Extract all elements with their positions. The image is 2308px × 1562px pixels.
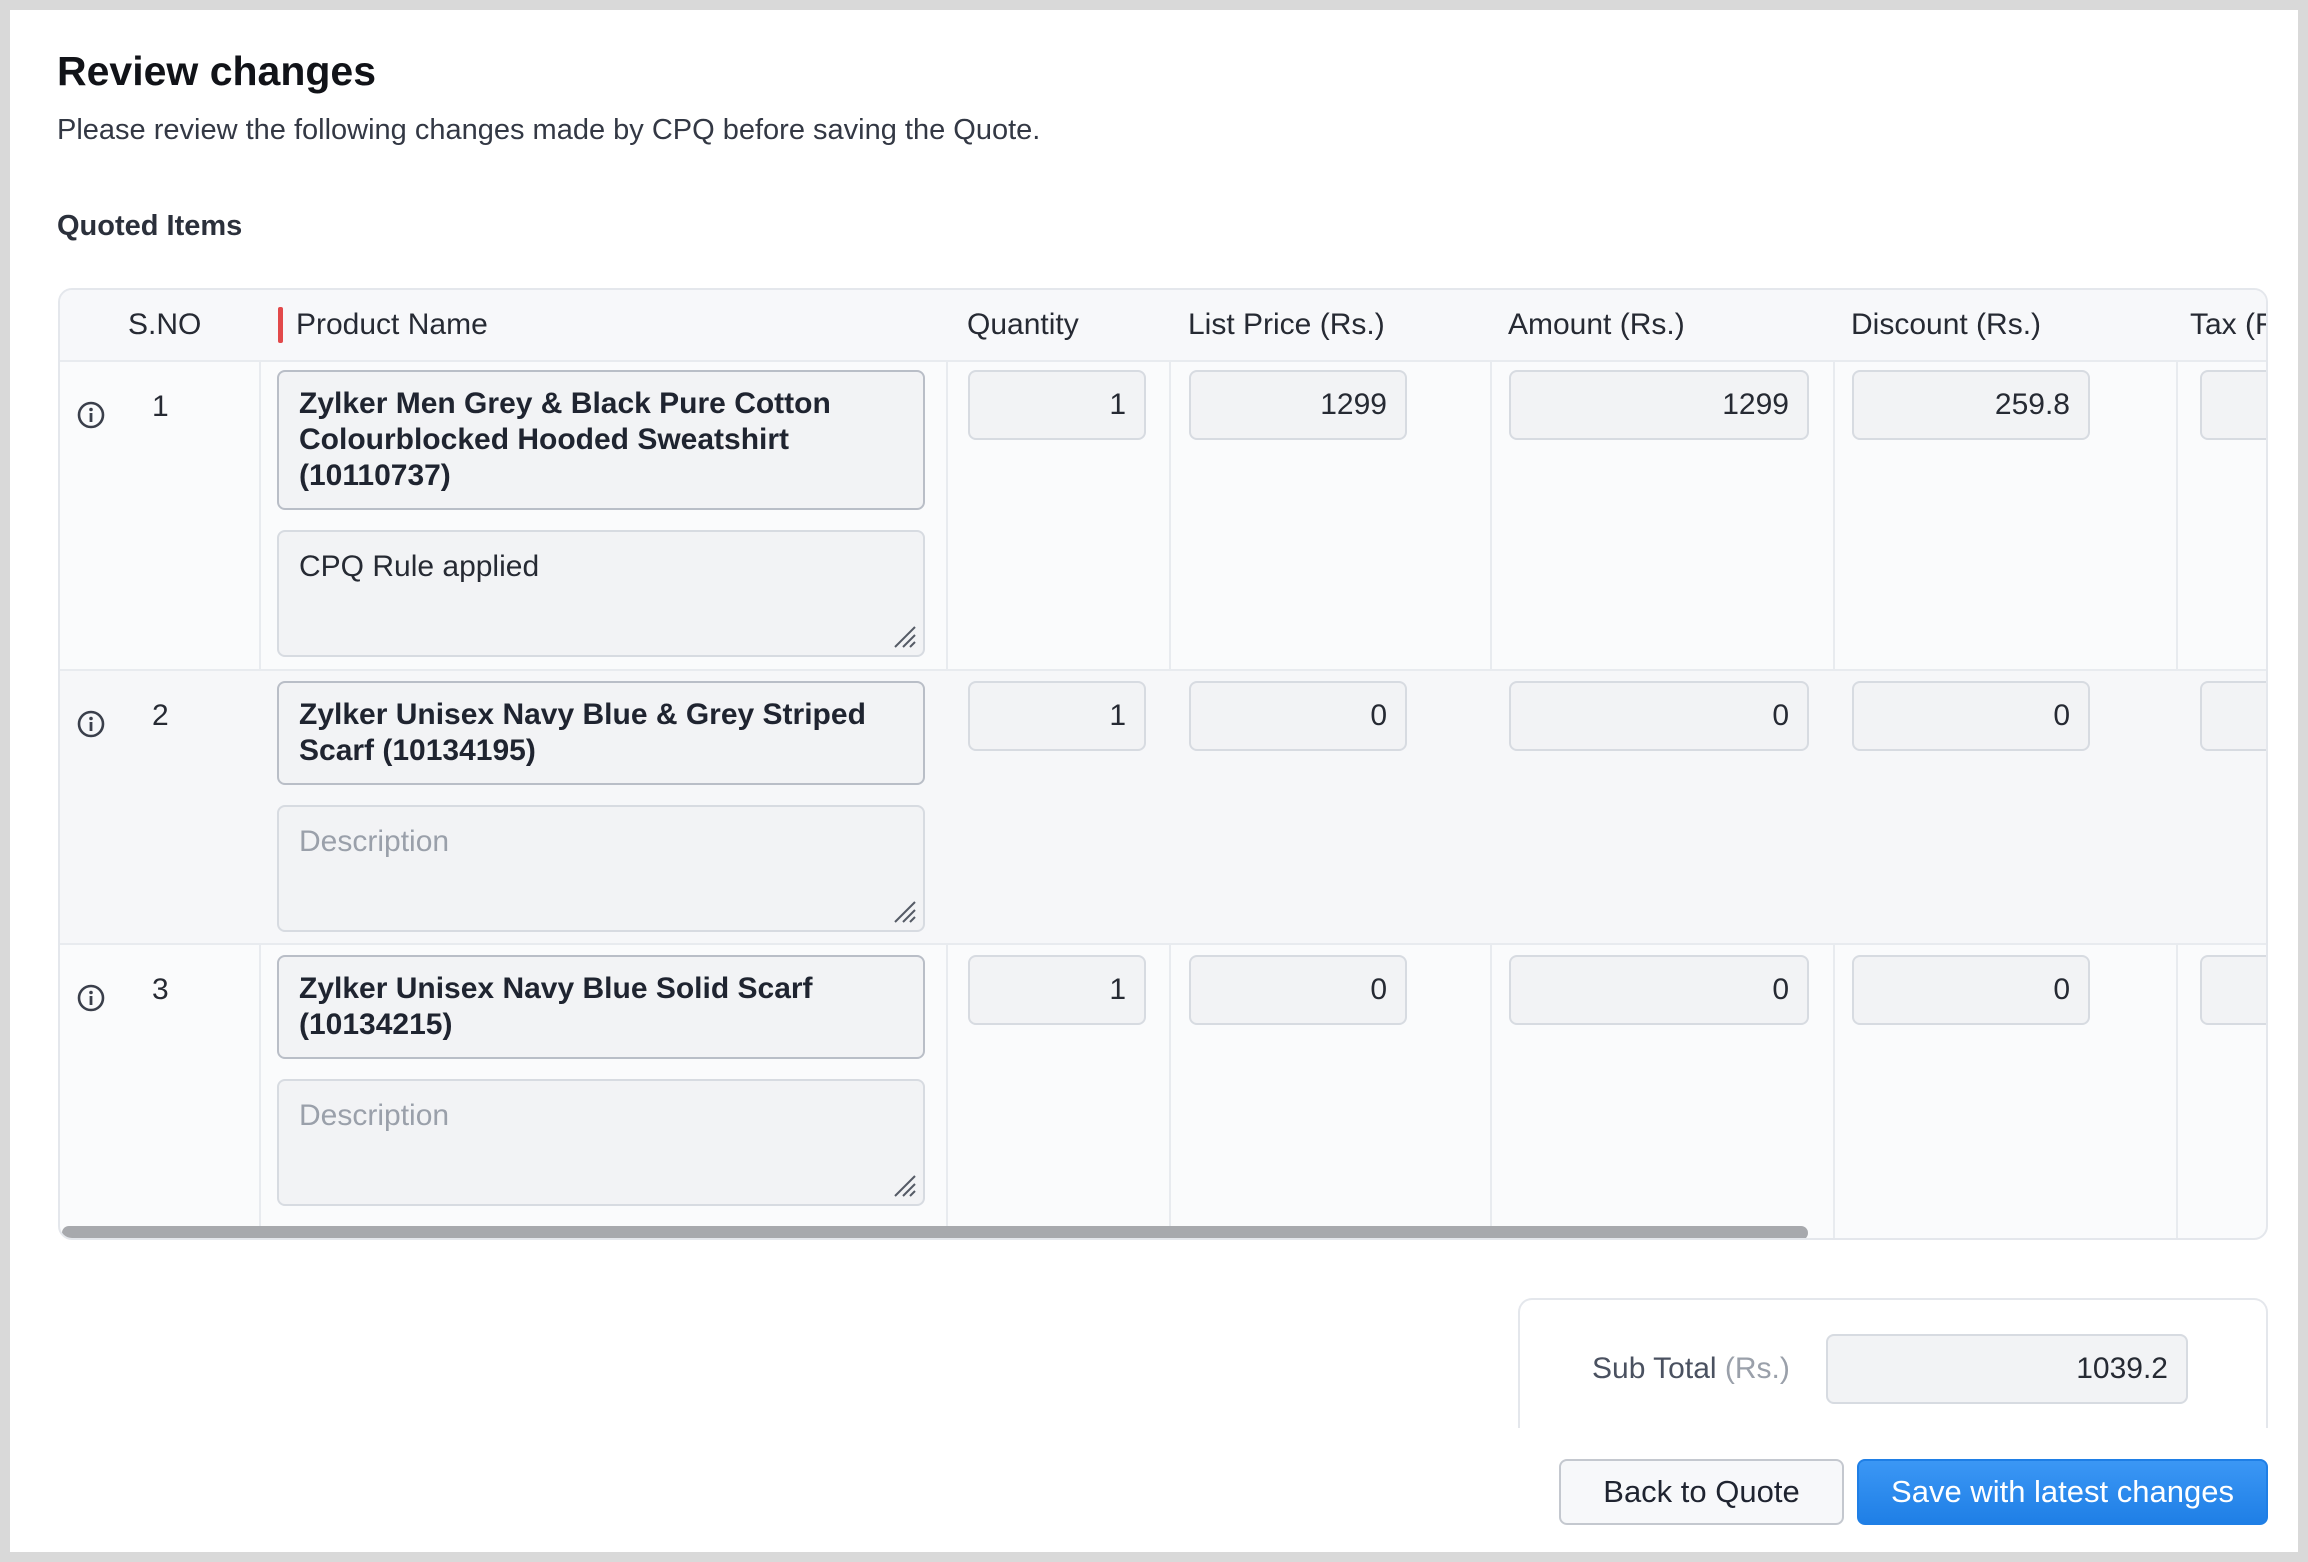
- subtotal-unit: (Rs.): [1724, 1352, 1790, 1385]
- description-placeholder: Description: [299, 825, 450, 858]
- info-circle-icon[interactable]: [76, 709, 106, 739]
- quoted-items-table: S.NO Product Name Quantity List Price (R…: [58, 288, 2268, 1240]
- column-header-product-name: Product Name: [296, 308, 488, 341]
- list-price-field[interactable]: 1299: [1189, 370, 1407, 440]
- list-price-field[interactable]: 0: [1189, 681, 1407, 751]
- row-serial-number: 1: [152, 390, 169, 423]
- resize-grip-icon[interactable]: [891, 1172, 917, 1198]
- tax-field[interactable]: [2200, 370, 2266, 440]
- required-marker: [278, 307, 283, 343]
- back-to-quote-button[interactable]: Back to Quote: [1559, 1459, 1844, 1525]
- table-row: 2 Zylker Unisex Navy Blue & Grey Striped…: [60, 671, 2266, 945]
- table-header: S.NO Product Name Quantity List Price (R…: [60, 290, 2266, 362]
- column-header-quantity: Quantity: [967, 308, 1079, 341]
- amount-field[interactable]: 0: [1509, 955, 1809, 1025]
- row-serial-number: 3: [152, 973, 169, 1006]
- page-title: Review changes: [57, 48, 377, 94]
- amount-field[interactable]: 1299: [1509, 370, 1809, 440]
- resize-grip-icon[interactable]: [891, 898, 917, 924]
- section-title: Quoted Items: [57, 210, 243, 242]
- column-header-tax: Tax (R: [2190, 308, 2266, 341]
- amount-field[interactable]: 0: [1509, 681, 1809, 751]
- quantity-field[interactable]: 1: [968, 681, 1146, 751]
- table-row: 1 Zylker Men Grey & Black Pure Cotton Co…: [60, 360, 2266, 671]
- subtotal-label: Sub Total (Rs.): [1592, 1352, 1790, 1386]
- product-name-field[interactable]: Zylker Men Grey & Black Pure Cotton Colo…: [277, 370, 925, 510]
- column-header-sno: S.NO: [128, 308, 202, 341]
- subtotal-card: Sub Total (Rs.) 1039.2: [1518, 1298, 2268, 1428]
- product-name-field[interactable]: Zylker Unisex Navy Blue & Grey Striped S…: [277, 681, 925, 785]
- save-with-latest-changes-button[interactable]: Save with latest changes: [1857, 1459, 2268, 1525]
- list-price-field[interactable]: 0: [1189, 955, 1407, 1025]
- discount-field[interactable]: 259.8: [1852, 370, 2090, 440]
- info-circle-icon[interactable]: [76, 983, 106, 1013]
- column-header-list-price: List Price (Rs.): [1188, 308, 1385, 341]
- description-placeholder: Description: [299, 1099, 450, 1132]
- subtotal-value-field[interactable]: 1039.2: [1826, 1334, 2188, 1404]
- review-changes-dialog: Review changes Please review the followi…: [10, 10, 2298, 1552]
- page-subtitle: Please review the following changes made…: [57, 114, 1041, 146]
- subtotal-label-text: Sub Total: [1592, 1352, 1717, 1385]
- description-text: CPQ Rule applied: [299, 550, 540, 583]
- horizontal-scrollbar[interactable]: [62, 1226, 1808, 1238]
- column-header-discount: Discount (Rs.): [1851, 308, 2042, 341]
- row-serial-number: 2: [152, 699, 169, 732]
- column-header-amount: Amount (Rs.): [1508, 308, 1685, 341]
- product-name-field[interactable]: Zylker Unisex Navy Blue Solid Scarf (101…: [277, 955, 925, 1059]
- description-field[interactable]: Description: [277, 1079, 925, 1206]
- quantity-field[interactable]: 1: [968, 370, 1146, 440]
- quantity-field[interactable]: 1: [968, 955, 1146, 1025]
- resize-grip-icon[interactable]: [891, 623, 917, 649]
- tax-field[interactable]: [2200, 955, 2266, 1025]
- table-row: 3 Zylker Unisex Navy Blue Solid Scarf (1…: [60, 945, 2266, 1238]
- description-field[interactable]: Description: [277, 805, 925, 932]
- tax-field[interactable]: [2200, 681, 2266, 751]
- discount-field[interactable]: 0: [1852, 681, 2090, 751]
- discount-field[interactable]: 0: [1852, 955, 2090, 1025]
- description-field[interactable]: CPQ Rule applied: [277, 530, 925, 657]
- info-circle-icon[interactable]: [76, 400, 106, 430]
